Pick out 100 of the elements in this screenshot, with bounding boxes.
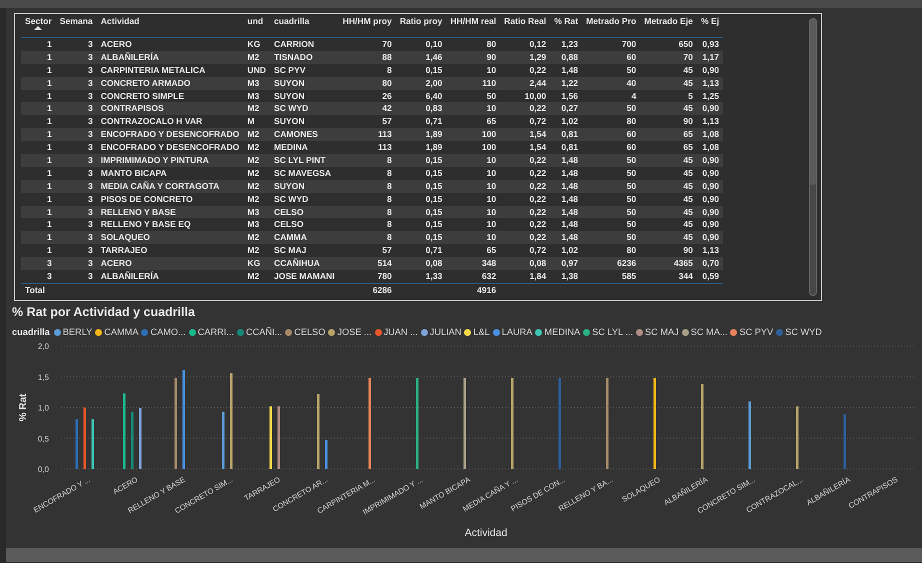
column-header[interactable]: Sector — [25, 17, 52, 35]
table-cell: 45 — [683, 206, 693, 217]
table-cell: 1 — [46, 232, 52, 242]
table-cell: 45 — [683, 154, 693, 165]
table-cell: KG — [247, 38, 260, 49]
bar[interactable] — [796, 406, 798, 469]
bar[interactable] — [84, 408, 86, 469]
legend-label[interactable]: CAMO... — [150, 327, 186, 337]
table-cell: 3 — [88, 154, 93, 165]
table-cell: 1 — [46, 129, 52, 140]
table-cell: 80 — [626, 245, 636, 256]
table-cell: 10 — [486, 194, 496, 204]
table-cell: 0,90 — [702, 232, 720, 242]
column-header[interactable]: Semana — [60, 17, 93, 26]
table-cell: 45 — [683, 194, 693, 204]
legend-label[interactable]: JUAN ... — [384, 327, 418, 337]
bar[interactable] — [230, 373, 232, 469]
table-cell: CCAÑIHUA — [274, 258, 320, 268]
bar[interactable] — [511, 378, 514, 469]
table-cell: 1 — [46, 180, 52, 191]
legend-label[interactable]: SC MAJ — [645, 327, 679, 337]
column-header[interactable]: Ratio proy — [400, 17, 442, 26]
table-cell: 0,81 — [561, 129, 578, 140]
bar[interactable] — [92, 419, 94, 469]
axis-tick-label: 1,5 — [38, 372, 49, 382]
table-cell: 1,02 — [561, 116, 578, 126]
table-cell: 80 — [486, 38, 496, 49]
bar[interactable] — [270, 406, 272, 469]
column-header[interactable]: Actividad — [100, 17, 140, 26]
legend-label[interactable]: LAURA — [502, 327, 532, 337]
bar[interactable] — [654, 378, 656, 469]
bar[interactable] — [416, 378, 418, 469]
scrollbar[interactable] — [809, 18, 817, 296]
bar[interactable] — [174, 378, 177, 469]
table-cell: UND — [247, 64, 266, 75]
bar[interactable] — [76, 419, 78, 469]
table-cell: 1 — [46, 103, 52, 114]
column-header[interactable]: % Ej — [700, 17, 720, 26]
bar[interactable] — [325, 440, 328, 469]
table-cell: 8 — [387, 154, 392, 165]
table-cell: 45 — [683, 219, 693, 230]
table-cell: 0,15 — [426, 194, 442, 204]
legend-label[interactable]: SC WYD — [785, 327, 822, 337]
column-header[interactable]: Ratio Real — [504, 17, 546, 26]
bar[interactable] — [123, 393, 126, 469]
table-cell: 70 — [382, 38, 392, 49]
bar[interactable] — [278, 406, 280, 469]
legend-label[interactable]: JULIAN — [430, 327, 462, 337]
table-cell: 65 — [486, 245, 496, 256]
legend-label[interactable]: CAMMA — [104, 327, 138, 337]
bar[interactable] — [131, 412, 134, 469]
bar[interactable] — [844, 414, 846, 469]
bar[interactable] — [701, 384, 704, 469]
bar[interactable] — [222, 412, 224, 469]
table-cell: SC MAVEGSA — [274, 168, 332, 178]
table-cell: 0,59 — [702, 270, 720, 281]
column-header[interactable]: HH/HM proy — [342, 17, 392, 26]
table-cell: ACERO — [100, 258, 132, 268]
bar[interactable] — [464, 378, 466, 469]
legend-label[interactable]: BERLY — [62, 327, 92, 337]
table-cell: 4 — [631, 90, 636, 100]
legend-label[interactable]: SC MA... — [690, 327, 728, 337]
column-header[interactable]: und — [247, 17, 264, 26]
table-cell: 3 — [88, 90, 93, 100]
legend-label[interactable]: SC PYV — [739, 327, 774, 337]
table-cell: 0,22 — [529, 232, 546, 242]
column-header[interactable]: Metrado Pro — [586, 17, 636, 26]
column-header[interactable]: cuadrilla — [274, 17, 310, 26]
legend-label[interactable]: CARRI... — [198, 327, 234, 337]
bar[interactable] — [606, 378, 608, 469]
bar[interactable] — [558, 378, 561, 469]
table-cell: 0,08 — [426, 258, 442, 268]
table-cell: 5 — [688, 90, 693, 100]
legend-label[interactable]: JOSE ... — [337, 327, 372, 337]
table-cell: 10 — [486, 154, 496, 165]
bar[interactable] — [317, 394, 320, 469]
table-cell: 514 — [377, 258, 392, 268]
bar[interactable] — [139, 408, 142, 469]
table-cell: 0,72 — [529, 116, 546, 126]
table-cell: ALBAÑILERÍA — [100, 52, 159, 62]
table-cell: 10 — [486, 168, 496, 178]
table-cell: 45 — [683, 168, 693, 178]
bar[interactable] — [748, 401, 751, 469]
column-header[interactable]: Metrado Eje — [644, 17, 693, 26]
column-header[interactable]: % Rat — [554, 17, 578, 26]
table-cell: CONCRETO SIMPLE — [100, 90, 184, 100]
legend-label[interactable]: MEDINA — [544, 327, 580, 337]
bar[interactable] — [182, 370, 185, 469]
table-cell: IMPRIMIMADO Y PINTURA — [100, 154, 209, 165]
bar[interactable] — [368, 378, 371, 469]
table-cell: 8 — [387, 180, 392, 191]
table-cell: SUYON — [274, 90, 305, 100]
table-cell: 3 — [88, 194, 93, 204]
table-cell: 1 — [46, 219, 52, 230]
column-header[interactable]: HH/HM real — [450, 17, 496, 26]
legend-label[interactable]: CELSO — [294, 327, 326, 337]
legend-label[interactable]: SC LYL ... — [592, 327, 634, 337]
legend-label[interactable]: L&L — [473, 327, 490, 337]
legend-label[interactable]: CCAÑI... — [246, 327, 282, 337]
table-cell: CAMMA — [274, 232, 307, 242]
